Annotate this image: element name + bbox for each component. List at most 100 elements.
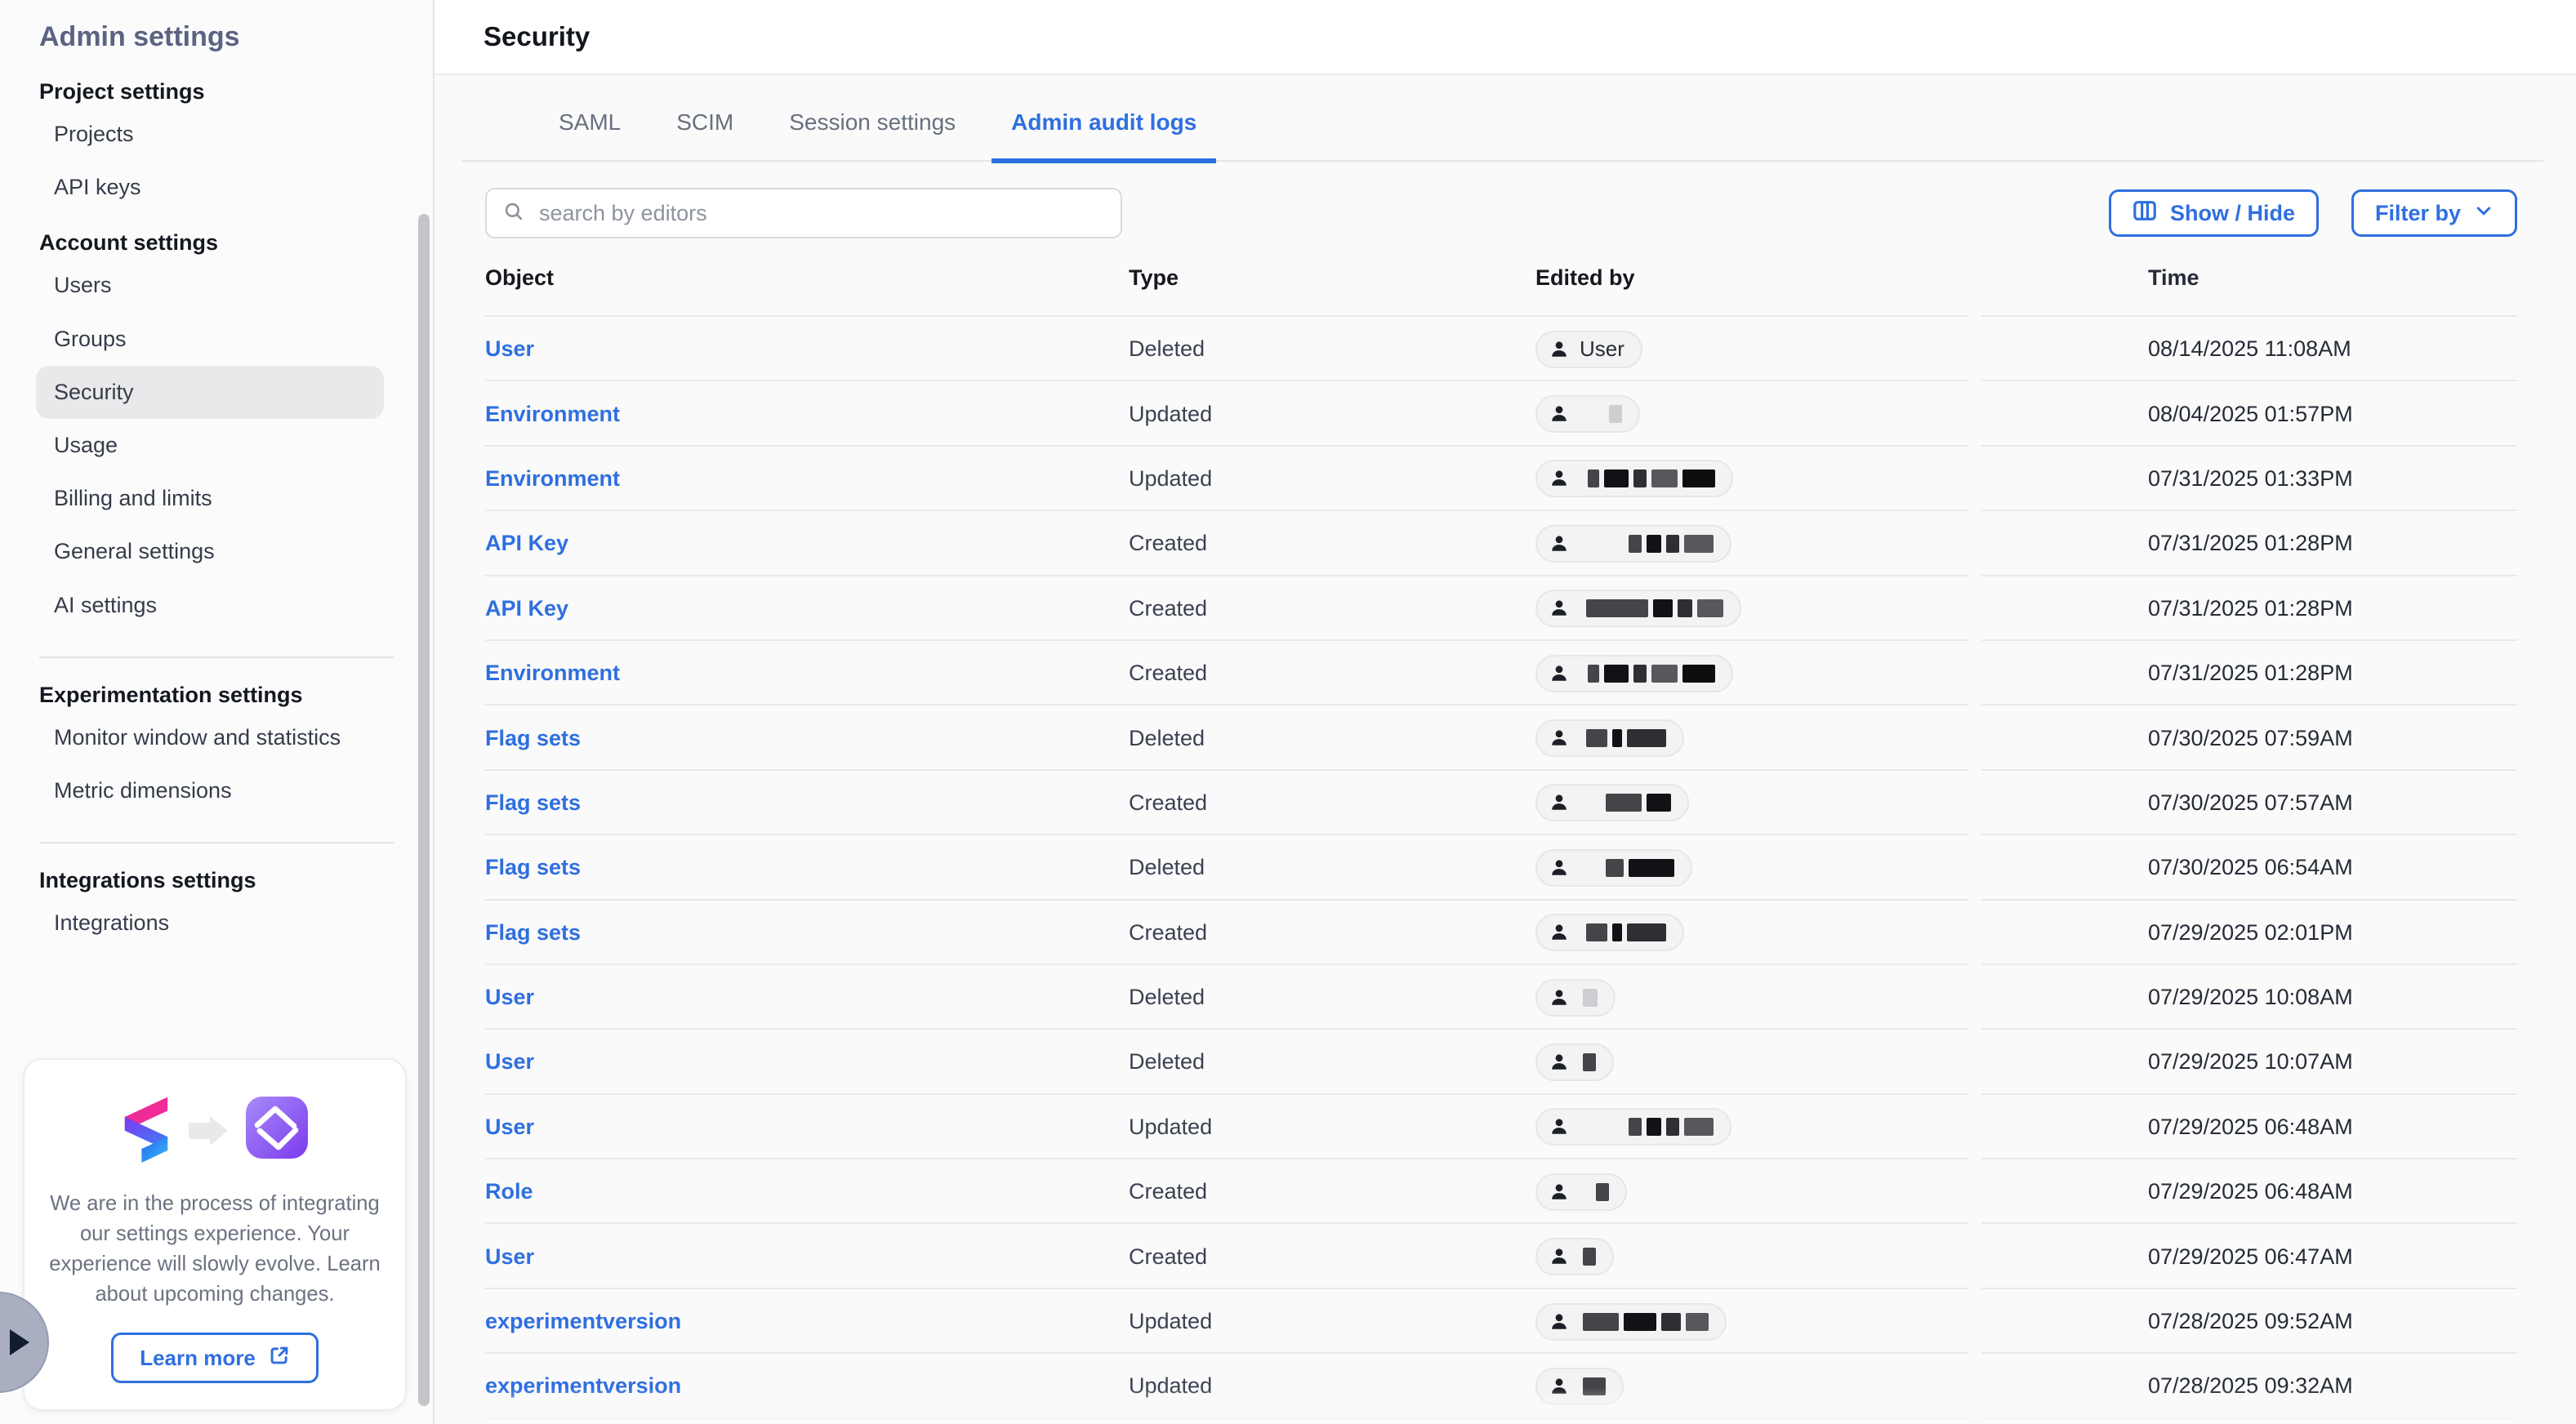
redacted-name — [1583, 989, 1598, 1007]
type-cell: Updated — [1129, 1373, 1535, 1399]
sidebar-nav: Project settingsProjectsAPI keysAccount … — [0, 79, 433, 950]
table-row: Flag sets Deleted 07/30/2025 06:54AM — [485, 835, 2517, 900]
redacted-name — [1583, 1313, 1709, 1331]
tab-session-settings[interactable]: Session settings — [769, 109, 975, 163]
sidebar-item-general-settings[interactable]: General settings — [36, 525, 384, 578]
object-link[interactable]: experimentversion — [485, 1309, 681, 1333]
type-cell: Created — [1129, 661, 1535, 686]
type-cell: Created — [1129, 596, 1535, 621]
object-link[interactable]: User — [485, 1049, 534, 1074]
object-link[interactable]: Environment — [485, 402, 620, 426]
filter-by-button[interactable]: Filter by — [2351, 189, 2517, 237]
edited-by-cell — [1535, 1173, 1981, 1211]
time-cell: 08/04/2025 01:57PM — [1981, 402, 2517, 427]
edited-by-cell — [1535, 1238, 1981, 1275]
edited-by-cell — [1535, 1108, 1981, 1146]
time-cell: 07/30/2025 06:54AM — [1981, 855, 2517, 880]
person-icon — [1549, 468, 1570, 489]
time-cell: 07/29/2025 10:07AM — [1981, 1049, 2517, 1075]
time-cell: 07/31/2025 01:28PM — [1981, 596, 2517, 621]
table-row: Environment Updated 08/04/2025 01:57PM — [485, 381, 2517, 446]
time-cell: 07/31/2025 01:28PM — [1981, 531, 2517, 556]
filter-by-label: Filter by — [2375, 201, 2461, 226]
sidebar-item-ai-settings[interactable]: AI settings — [36, 579, 384, 632]
search-input[interactable] — [536, 199, 1104, 228]
redacted-name — [1583, 1377, 1606, 1395]
arrow-right-icon — [189, 1116, 228, 1146]
column-header-edited-by: Edited by — [1535, 265, 1981, 291]
time-cell: 07/29/2025 06:48AM — [1981, 1179, 2517, 1204]
type-cell: Created — [1129, 531, 1535, 556]
object-link[interactable]: API Key — [485, 596, 568, 621]
type-cell: Updated — [1129, 466, 1535, 492]
sidebar-item-metric-dimensions[interactable]: Metric dimensions — [36, 764, 384, 817]
person-icon — [1549, 403, 1570, 425]
time-cell: 07/28/2025 09:52AM — [1981, 1309, 2517, 1334]
statsig-legacy-logo-icon — [120, 1092, 172, 1169]
edited-by-cell — [1535, 1368, 1981, 1405]
table-row: Environment Created 07/31/2025 01:28PM — [485, 641, 2517, 705]
edited-by-cell — [1535, 525, 1981, 563]
learn-more-button[interactable]: Learn more — [111, 1333, 319, 1383]
editor-chip — [1535, 784, 1689, 821]
object-link[interactable]: Flag sets — [485, 855, 581, 879]
object-link[interactable]: User — [485, 336, 534, 361]
show-hide-columns-button[interactable]: Show / Hide — [2109, 189, 2319, 237]
object-link[interactable]: User — [485, 1244, 534, 1269]
edited-by-cell — [1535, 979, 1981, 1017]
object-link[interactable]: Flag sets — [485, 726, 581, 750]
sidebar-item-groups[interactable]: Groups — [36, 313, 384, 366]
editor-chip — [1535, 655, 1733, 692]
sidebar-divider — [39, 656, 394, 658]
time-cell: 07/29/2025 06:47AM — [1981, 1244, 2517, 1270]
sidebar-item-billing-and-limits[interactable]: Billing and limits — [36, 472, 384, 525]
column-header-object: Object — [485, 265, 1129, 291]
search-box[interactable] — [485, 188, 1122, 238]
edited-by-cell — [1535, 719, 1981, 757]
editor-chip — [1535, 1044, 1614, 1081]
table-body: User Deleted User 08/14/2025 11:08AM Env… — [485, 317, 2517, 1419]
search-icon — [503, 198, 524, 229]
sidebar-scrollbar[interactable] — [418, 214, 430, 1406]
sidebar-item-usage[interactable]: Usage — [36, 419, 384, 472]
sidebar-item-projects[interactable]: Projects — [36, 108, 384, 161]
sidebar-item-security[interactable]: Security — [36, 366, 384, 419]
object-link[interactable]: User — [485, 985, 534, 1009]
object-link[interactable]: Flag sets — [485, 790, 581, 815]
redacted-name — [1596, 1183, 1609, 1201]
object-link[interactable]: Environment — [485, 661, 620, 685]
time-cell: 07/29/2025 10:08AM — [1981, 985, 2517, 1010]
tab-saml[interactable]: SAML — [539, 109, 640, 163]
editor-chip — [1535, 914, 1684, 951]
column-header-time: Time — [1981, 265, 2517, 291]
object-link[interactable]: experimentversion — [485, 1373, 681, 1398]
sidebar-item-monitor-window-and-statistics[interactable]: Monitor window and statistics — [36, 711, 384, 764]
editor-name: User — [1580, 336, 1624, 362]
time-cell: 07/30/2025 07:57AM — [1981, 790, 2517, 816]
row-divider — [1981, 1417, 2517, 1419]
external-link-icon — [269, 1345, 290, 1372]
person-icon — [1549, 339, 1570, 360]
editor-chip — [1535, 460, 1733, 497]
type-cell: Updated — [1129, 402, 1535, 427]
editor-chip: User — [1535, 331, 1642, 368]
person-icon — [1549, 792, 1570, 813]
table-row: API Key Created 07/31/2025 01:28PM — [485, 576, 2517, 641]
tab-admin-audit-logs[interactable]: Admin audit logs — [992, 109, 1216, 163]
person-icon — [1549, 533, 1570, 554]
person-icon — [1549, 1376, 1570, 1397]
sidebar-item-integrations[interactable]: Integrations — [36, 897, 384, 950]
sidebar-item-users[interactable]: Users — [36, 259, 384, 312]
object-link[interactable]: Role — [485, 1179, 533, 1204]
tab-scim[interactable]: SCIM — [657, 109, 753, 163]
object-link[interactable]: Flag sets — [485, 920, 581, 945]
object-link[interactable]: API Key — [485, 531, 568, 555]
object-link[interactable]: User — [485, 1115, 534, 1139]
migration-logos — [44, 1092, 386, 1169]
type-cell: Deleted — [1129, 985, 1535, 1010]
table-header-row: Object Type Edited by Time — [485, 238, 2517, 317]
editor-chip — [1535, 590, 1741, 627]
sidebar-section-heading-account-settings: Account settings — [0, 230, 433, 256]
object-link[interactable]: Environment — [485, 466, 620, 491]
sidebar-item-api-keys[interactable]: API keys — [36, 161, 384, 214]
